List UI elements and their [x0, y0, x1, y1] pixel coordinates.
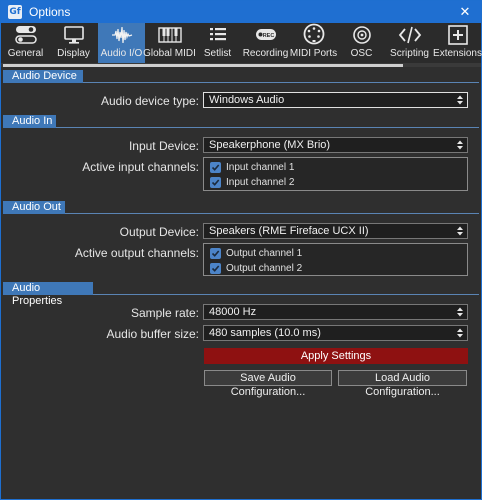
midi-connector-icon: [303, 23, 324, 45]
section-header: Audio Out: [3, 201, 65, 214]
sample-rate-label: Sample rate:: [130, 306, 199, 320]
tab-extensions[interactable]: Extensions: [433, 23, 482, 63]
section-header: Audio Properties: [3, 282, 93, 307]
section-audio-in: Audio In: [3, 115, 479, 128]
dropdown-value: Speakers (RME Fireface UCX II): [209, 225, 369, 237]
load-audio-configuration-button[interactable]: Load Audio Configuration...: [338, 370, 467, 398]
tab-setlist[interactable]: Setlist: [194, 23, 241, 63]
code-brackets-icon: [398, 26, 421, 44]
window-title: Options: [29, 5, 71, 19]
tab-label: Audio I/O: [100, 48, 143, 59]
monitor-icon: [63, 26, 84, 44]
sample-rate-dropdown[interactable]: 48000 Hz: [203, 304, 468, 320]
close-icon: ✕: [459, 4, 471, 20]
checkbox-label: Output channel 1: [226, 247, 303, 259]
tab-midi-ports[interactable]: MIDI Ports: [290, 23, 337, 63]
osc-icon: [352, 26, 371, 44]
input-channels-list: Input channel 1 Input channel 2: [203, 157, 468, 191]
output-channels-list: Output channel 1 Output channel 2: [203, 243, 468, 276]
tab-label: Recording: [242, 48, 289, 59]
options-toolbar: General Display Audio I/O Global MIDI Se…: [1, 23, 482, 67]
tab-label: MIDI Ports: [289, 48, 338, 59]
section-header: Audio In: [3, 115, 56, 128]
section-audio-device: Audio Device: [3, 70, 479, 83]
output-device-dropdown[interactable]: Speakers (RME Fireface UCX II): [203, 223, 468, 239]
updown-arrow-icon: [457, 140, 463, 150]
list-icon: [209, 28, 226, 41]
rec-icon: REC: [255, 29, 276, 40]
output-channel-2-checkbox[interactable]: Output channel 2: [210, 261, 302, 275]
tab-label: OSC: [350, 48, 373, 59]
piano-keys-icon: [157, 27, 182, 43]
dropdown-value: Windows Audio: [209, 94, 285, 106]
updown-arrow-icon: [457, 95, 463, 105]
app-logo-icon: Gf: [8, 5, 22, 19]
updown-arrow-icon: [457, 226, 463, 236]
checkbox-checked-icon: [210, 247, 221, 259]
dropdown-value: 48000 Hz: [209, 306, 257, 318]
checkbox-checked-icon: [210, 262, 221, 274]
tab-audio-io[interactable]: Audio I/O: [98, 23, 145, 63]
tab-display[interactable]: Display: [50, 23, 97, 63]
tab-label: Scripting: [390, 48, 429, 59]
svg-text:REC: REC: [262, 33, 274, 39]
input-device-dropdown[interactable]: Speakerphone (MX Brio): [203, 137, 468, 153]
checkbox-label: Output channel 2: [226, 262, 303, 274]
apply-settings-button[interactable]: Apply Settings: [204, 348, 468, 364]
dropdown-value: Speakerphone (MX Brio): [209, 139, 331, 151]
toolbar-scrollbar-thumb[interactable]: [3, 64, 403, 67]
tab-label: General: [7, 48, 44, 59]
input-channel-1-checkbox[interactable]: Input channel 1: [210, 160, 294, 174]
output-device-label: Output Device:: [119, 225, 199, 239]
audio-device-type-dropdown[interactable]: Windows Audio: [203, 92, 468, 108]
audio-device-type-label: Audio device type:: [100, 94, 199, 108]
tab-general[interactable]: General: [2, 23, 49, 63]
tab-label: Setlist: [203, 48, 232, 59]
checkbox-label: Input channel 2: [226, 176, 295, 188]
close-button[interactable]: ✕: [457, 4, 473, 20]
dropdown-value: 480 samples (10.0 ms): [209, 327, 321, 339]
input-device-label: Input Device:: [128, 139, 199, 153]
updown-arrow-icon: [457, 328, 463, 338]
waveform-icon: [111, 26, 132, 44]
tab-recording[interactable]: REC Recording: [242, 23, 289, 63]
tab-scripting[interactable]: Scripting: [386, 23, 433, 63]
output-channel-1-checkbox[interactable]: Output channel 1: [210, 246, 302, 260]
tab-label: Global MIDI: [143, 48, 196, 59]
active-output-channels-label: Active output channels:: [74, 246, 199, 260]
section-audio-out: Audio Out: [3, 201, 479, 214]
save-audio-configuration-button[interactable]: Save Audio Configuration...: [204, 370, 332, 398]
input-channel-2-checkbox[interactable]: Input channel 2: [210, 175, 294, 189]
tab-label: Display: [57, 48, 90, 59]
options-window: Gf Options ✕ General Display Audio I/O G…: [0, 0, 482, 500]
plus-box-icon: [447, 25, 468, 45]
title-bar[interactable]: Gf Options ✕: [1, 1, 481, 23]
checkbox-label: Input channel 1: [226, 161, 295, 173]
updown-arrow-icon: [457, 307, 463, 317]
section-header: Audio Device: [3, 70, 83, 83]
tab-global-midi[interactable]: Global MIDI: [143, 23, 196, 63]
toggle-switches-icon: [14, 26, 37, 44]
tab-label: Extensions: [433, 48, 482, 59]
checkbox-checked-icon: [210, 176, 221, 188]
checkbox-checked-icon: [210, 161, 221, 173]
audio-buffer-size-dropdown[interactable]: 480 samples (10.0 ms): [203, 325, 468, 341]
section-audio-properties: Audio Properties: [3, 282, 479, 307]
audio-buffer-size-label: Audio buffer size:: [106, 327, 199, 341]
tab-osc[interactable]: OSC: [338, 23, 385, 63]
active-input-channels-label: Active input channels:: [82, 160, 199, 174]
